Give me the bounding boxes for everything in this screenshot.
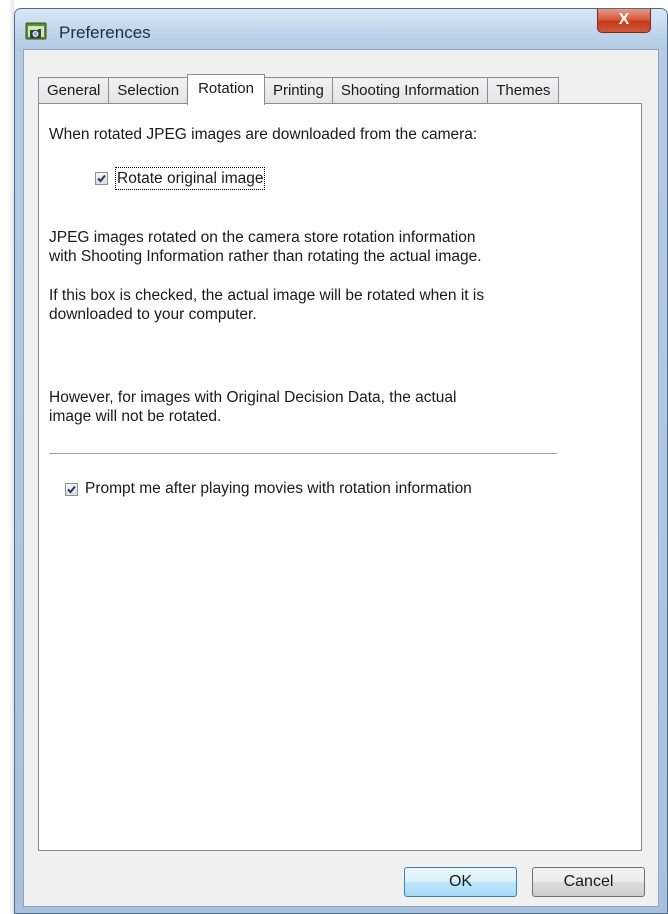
camera-window-icon (25, 21, 49, 43)
tab-general[interactable]: General (38, 77, 110, 104)
window-title: Preferences (59, 23, 151, 42)
check-icon (97, 174, 106, 183)
tab-themes[interactable]: Themes (487, 77, 560, 104)
decision-data-line-2: image will not be rotated. (49, 408, 222, 425)
check-icon (67, 485, 76, 494)
tab-shooting-information[interactable]: Shooting Information (331, 77, 489, 104)
rotate-original-checkbox[interactable] (95, 172, 108, 185)
tab-printing[interactable]: Printing (263, 77, 333, 104)
title-bar[interactable]: Preferences X (15, 9, 667, 49)
checked-info-line-1: If this box is checked, the actual image… (49, 287, 485, 304)
background-edge (0, 0, 14, 914)
rotation-info-line-2: with Shooting Information rather than ro… (49, 248, 482, 265)
preferences-window: Preferences X General Selection Rotation… (14, 8, 668, 914)
prompt-movies-label[interactable]: Prompt me after playing movies with rota… (85, 479, 472, 498)
close-icon: X (618, 11, 630, 28)
ok-button[interactable]: OK (404, 867, 517, 897)
checked-info-line-2: downloaded to your computer. (49, 306, 257, 323)
decision-data-line-1: However, for images with Original Decisi… (49, 389, 457, 406)
tab-rotation[interactable]: Rotation (187, 74, 265, 105)
intro-text: When rotated JPEG images are downloaded … (49, 126, 478, 143)
dialog-body: General Selection Rotation Printing Shoo… (23, 49, 659, 907)
tab-strip: General Selection Rotation Printing Shoo… (38, 74, 560, 105)
close-button[interactable]: X (597, 9, 651, 33)
rotate-original-label[interactable]: Rotate original image (114, 167, 266, 190)
cancel-button[interactable]: Cancel (532, 867, 645, 897)
prompt-movies-checkbox[interactable] (65, 483, 78, 496)
rotation-info-line-1: JPEG images rotated on the camera store … (49, 229, 476, 246)
rotation-tab-panel: When rotated JPEG images are downloaded … (38, 103, 642, 851)
tab-selection[interactable]: Selection (108, 77, 189, 104)
separator-line (49, 453, 557, 455)
